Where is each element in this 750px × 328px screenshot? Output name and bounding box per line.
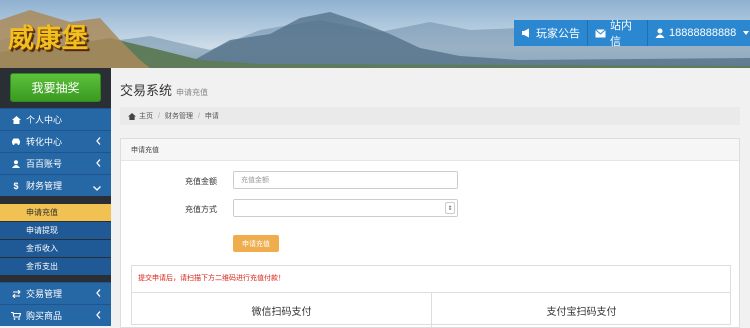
recharge-panel: 申请充值 充值金额 充值金额 充值方式 ⇕ 申请充值 提交申请后，请扫描下方二维…: [120, 138, 740, 328]
messages-button[interactable]: 站内信: [588, 20, 648, 48]
chevron-left-icon: [96, 137, 101, 147]
notice-text: 提交申请后，请扫描下方二维码进行充值付款！: [138, 275, 285, 282]
subitem-apply-recharge[interactable]: 申请充值: [0, 204, 111, 221]
page-title: 交易系统 申请充值: [120, 80, 208, 99]
cart-icon: [10, 311, 22, 320]
home-icon: [10, 115, 22, 124]
breadcrumb-finance[interactable]: 财务管理: [165, 111, 193, 121]
payment-notice: 提交申请后，请扫描下方二维码进行充值付款！ 微信扫码支付 支付宝扫码支付: [131, 265, 731, 327]
announcement-button[interactable]: 玩家公告: [514, 20, 588, 46]
chevron-down-icon: [743, 31, 750, 35]
sidebar-item-conversion[interactable]: 转化中心: [0, 130, 111, 152]
sidebar-item-label: 百百账号: [26, 159, 63, 169]
dollar-icon: $: [13, 180, 19, 191]
method-select[interactable]: ⇕: [233, 199, 458, 217]
sidebar-item-finance[interactable]: $ 财务管理: [0, 174, 111, 196]
sidebar-item-label: 个人中心: [26, 115, 63, 125]
breadcrumb-separator: /: [197, 112, 200, 120]
sidebar-item-label: 交易管理: [26, 289, 63, 299]
amount-placeholder: 充值金额: [241, 177, 269, 184]
breadcrumb-current: 申请: [204, 113, 219, 120]
chevron-left-icon: [96, 311, 101, 321]
sidebar-item-label: 财务管理: [26, 181, 63, 191]
subitem-apply-withdraw[interactable]: 申请提现: [0, 222, 111, 239]
megaphone-icon: [522, 28, 529, 38]
sidebar-item-trade[interactable]: 交易管理: [0, 282, 111, 304]
submit-recharge-button[interactable]: 申请充值: [233, 235, 279, 252]
amount-input[interactable]: 充值金额: [233, 171, 458, 189]
user-icon: [10, 159, 22, 168]
sidebar-item-personal-center[interactable]: 个人中心: [0, 108, 111, 130]
home-icon: [128, 112, 136, 120]
subitem-coin-expense[interactable]: 金币支出: [0, 258, 111, 275]
method-label: 充值方式: [185, 205, 217, 214]
messages-label: 站内信: [610, 20, 632, 48]
user-menu-button[interactable]: 18888888888: [648, 20, 750, 46]
breadcrumb-separator: /: [158, 112, 160, 120]
panel-title: 申请充值: [121, 139, 739, 161]
sidebar-item-account[interactable]: 百百账号: [0, 152, 111, 174]
sidebar-item-buy-goods[interactable]: 购买商品: [0, 304, 111, 326]
chevron-left-icon: [96, 159, 101, 169]
user-icon: [655, 28, 665, 38]
sidebar-item-label: 转化中心: [26, 137, 63, 147]
chevron-left-icon: [96, 289, 101, 299]
header-banner: 威康堡 玩家公告 站内信 18888888888: [0, 0, 750, 68]
lottery-button[interactable]: 我要抽奖: [10, 73, 101, 102]
chevron-down-icon: [93, 183, 101, 193]
announcement-label: 玩家公告: [536, 28, 580, 40]
breadcrumb: 主页 / 财务管理 / 申请: [120, 107, 740, 125]
page-title-text: 交易系统: [120, 83, 173, 98]
select-arrows-icon: ⇕: [445, 202, 455, 214]
site-logo[interactable]: 威康堡: [8, 18, 89, 55]
breadcrumb-home[interactable]: 主页: [139, 111, 153, 121]
sidebar-item-label: 购买商品: [26, 311, 63, 321]
user-label: 18888888888: [669, 27, 737, 39]
envelope-icon: [595, 28, 606, 37]
car-icon: [10, 138, 22, 145]
amount-label: 充值金额: [185, 177, 217, 186]
page-subtitle: 申请充值: [176, 88, 209, 97]
exchange-icon: [10, 289, 22, 298]
subitem-coin-income[interactable]: 金币收入: [0, 240, 111, 257]
